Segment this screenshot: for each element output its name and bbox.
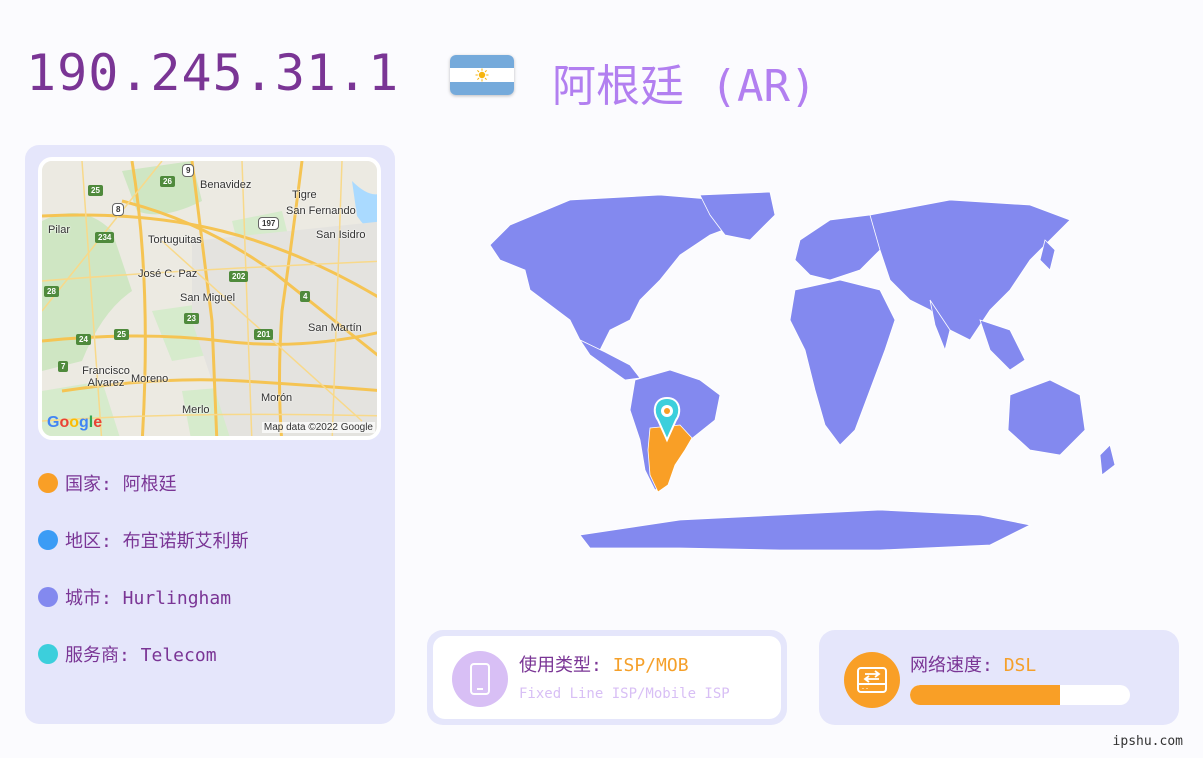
usage-type-label: 使用类型: ISP/MOB: [519, 651, 689, 677]
usage-type-card: 使用类型: ISP/MOB Fixed Line ISP/Mobile ISP: [427, 630, 787, 725]
route-shield: 8: [112, 203, 125, 216]
usage-type-value: ISP/MOB: [612, 655, 689, 676]
map-label: Pilar: [48, 224, 71, 236]
map-label: Tortuguitas: [148, 234, 202, 246]
world-map: [489, 191, 1116, 551]
mobile-phone-icon: [452, 651, 508, 707]
usage-type-sub: Fixed Line ISP/Mobile ISP: [519, 686, 730, 702]
info-region-text: 地区: 布宜诺斯艾利斯: [65, 531, 249, 552]
network-speed-key: 网络速度:: [910, 655, 1004, 676]
route-shield: 234: [95, 232, 115, 243]
speed-bar: [910, 685, 1130, 705]
map-label: Merlo: [182, 404, 210, 416]
city-dot-icon: [38, 587, 58, 607]
route-shield: 28: [44, 286, 59, 297]
info-country-text: 国家: 阿根廷: [65, 474, 177, 495]
route-shield: 197: [258, 217, 280, 230]
info-country: 国家: 阿根廷: [38, 470, 177, 496]
route-shield: 23: [184, 313, 199, 324]
map-label: San Miguel: [180, 292, 236, 304]
route-shield: 24: [76, 334, 91, 345]
speed-bar-fill: [910, 685, 1060, 705]
mobile-phone-icon-svg: [470, 663, 490, 695]
country-dot-icon: [38, 473, 58, 493]
google-logo: Google: [47, 414, 103, 431]
argentina-flag-icon: [450, 55, 514, 95]
isp-dot-icon: [38, 644, 58, 664]
map-label: José C. Paz: [138, 268, 198, 280]
map-label: Tigre: [292, 189, 317, 201]
route-shield: 7: [58, 361, 69, 372]
country-title: 阿根廷 (AR): [552, 61, 817, 112]
network-speed-label: 网络速度: DSL: [910, 651, 1036, 677]
network-speed-value: DSL: [1003, 655, 1037, 676]
map-label: San Martín: [308, 322, 362, 334]
map-label: Morón: [261, 392, 293, 404]
info-city-text: 城市: Hurlingham: [65, 588, 232, 609]
footer-domain[interactable]: ipshu.com: [1113, 734, 1183, 749]
route-shield: 4: [300, 291, 311, 302]
region-dot-icon: [38, 530, 58, 550]
ip-address: 190.245.31.1: [26, 44, 400, 102]
route-shield: 201: [254, 329, 274, 340]
info-city: 城市: Hurlingham: [38, 584, 231, 610]
info-isp: 服务商: Telecom: [38, 641, 217, 667]
network-transfer-icon-svg: [857, 667, 887, 693]
info-isp-text: 服务商: Telecom: [65, 645, 217, 666]
map-label: Benavidez: [200, 179, 252, 191]
network-speed-card: 网络速度: DSL: [819, 630, 1179, 725]
route-shield: 25: [88, 185, 103, 196]
world-landmass: [489, 191, 1116, 551]
map-label: Francisco Alvarez: [82, 365, 130, 389]
route-shield: 202: [229, 271, 249, 282]
map-label: Moreno: [131, 373, 169, 385]
sun-of-may-icon: [475, 68, 489, 82]
route-shield: 25: [114, 329, 129, 340]
map-label: San Isidro: [316, 229, 366, 241]
map-label: San Fernando: [286, 205, 356, 217]
location-minimap[interactable]: Benavidez Tigre San Fernando Pilar Tortu…: [38, 157, 381, 440]
route-shield: 26: [160, 176, 175, 187]
usage-type-key: 使用类型:: [519, 655, 613, 676]
route-shield: 9: [182, 164, 195, 177]
map-credit: Map data ©2022 Google: [261, 422, 375, 433]
network-transfer-icon: [844, 652, 900, 708]
info-region: 地区: 布宜诺斯艾利斯: [38, 527, 249, 553]
